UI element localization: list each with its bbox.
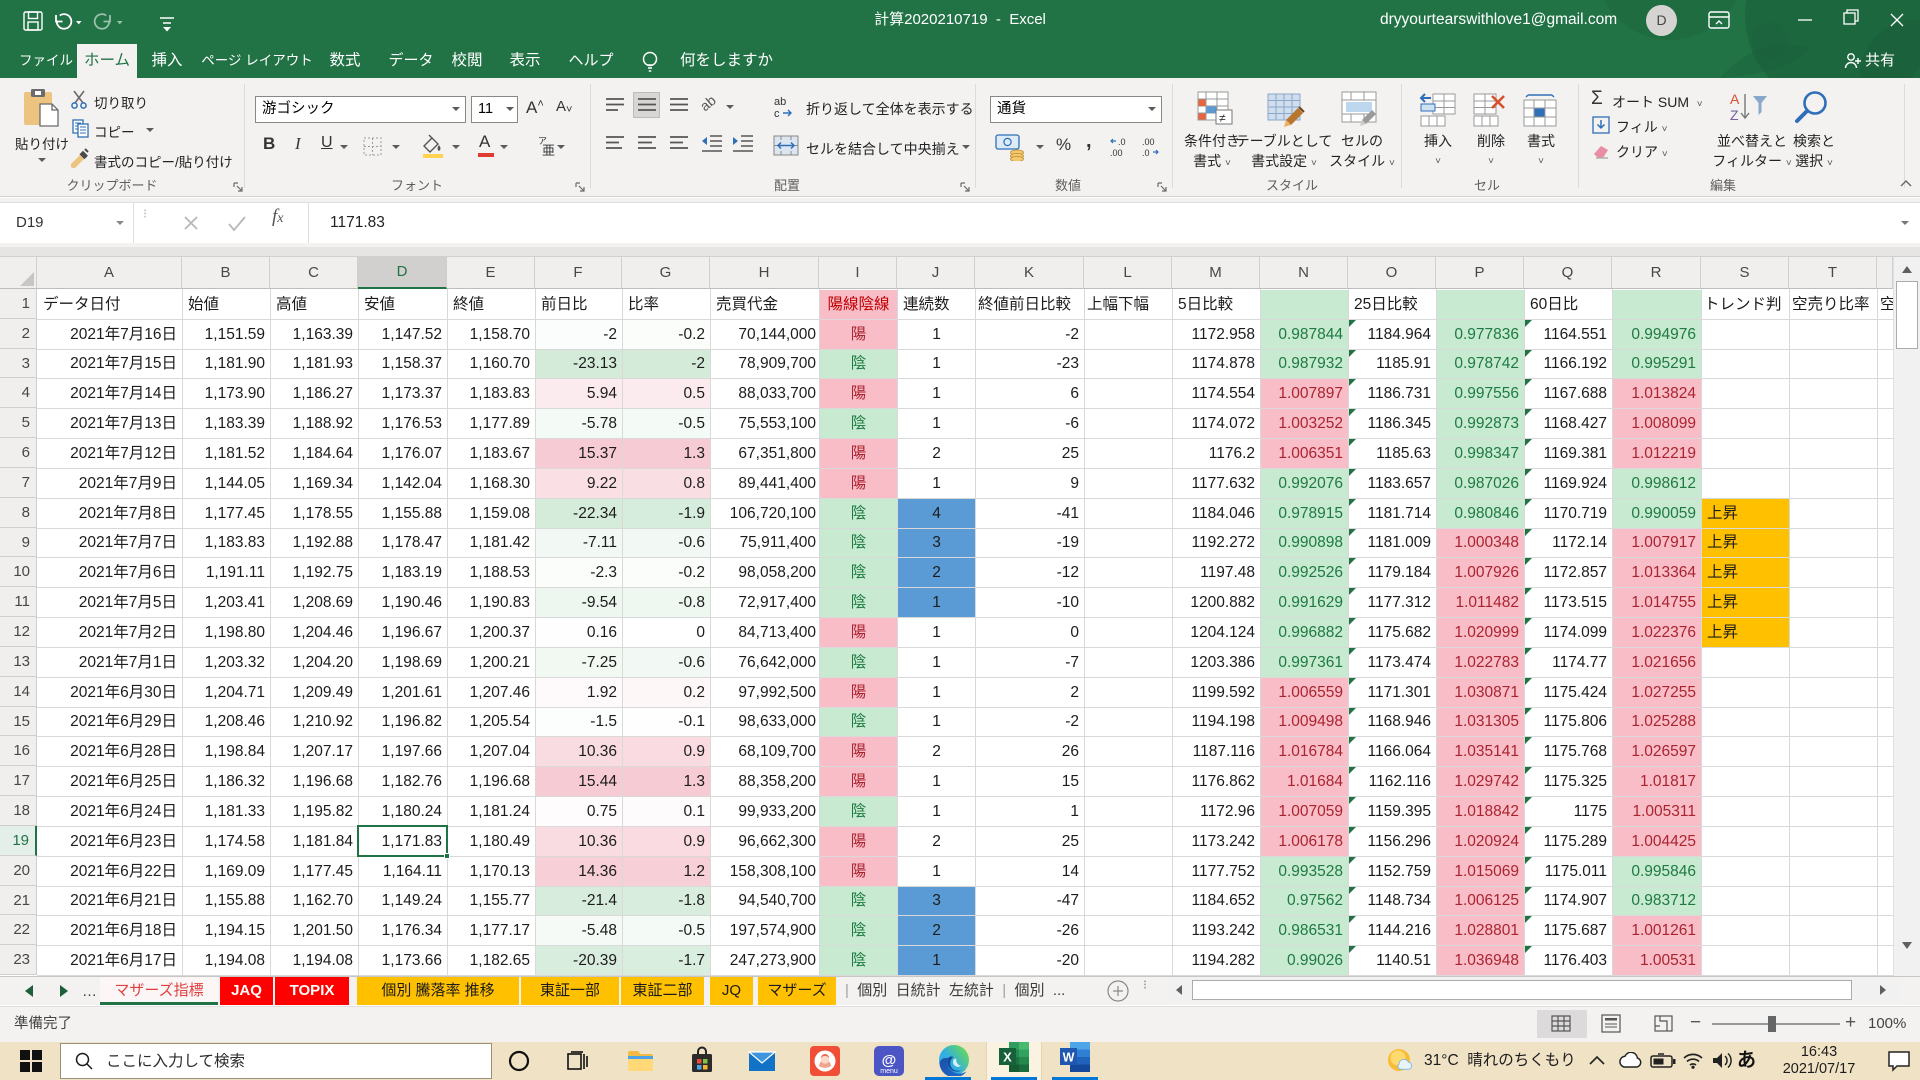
- svg-text:W: W: [1063, 1051, 1075, 1065]
- svg-text:A: A: [1730, 91, 1740, 107]
- svg-text:Z: Z: [1730, 107, 1739, 123]
- svg-text:menu: menu: [880, 1068, 898, 1075]
- svg-text:.00: .00: [1110, 148, 1123, 158]
- svg-text:ab: ab: [774, 96, 786, 108]
- svg-text:.0: .0: [1142, 148, 1150, 158]
- svg-text:.00: .00: [1142, 137, 1155, 147]
- svg-text:c: c: [774, 108, 780, 120]
- svg-text:@: @: [882, 1052, 897, 1069]
- svg-text:…: …: [82, 983, 97, 999]
- svg-text:.0: .0: [1118, 137, 1126, 147]
- svg-text:X: X: [1003, 1050, 1012, 1065]
- svg-text:≠: ≠: [1219, 111, 1226, 125]
